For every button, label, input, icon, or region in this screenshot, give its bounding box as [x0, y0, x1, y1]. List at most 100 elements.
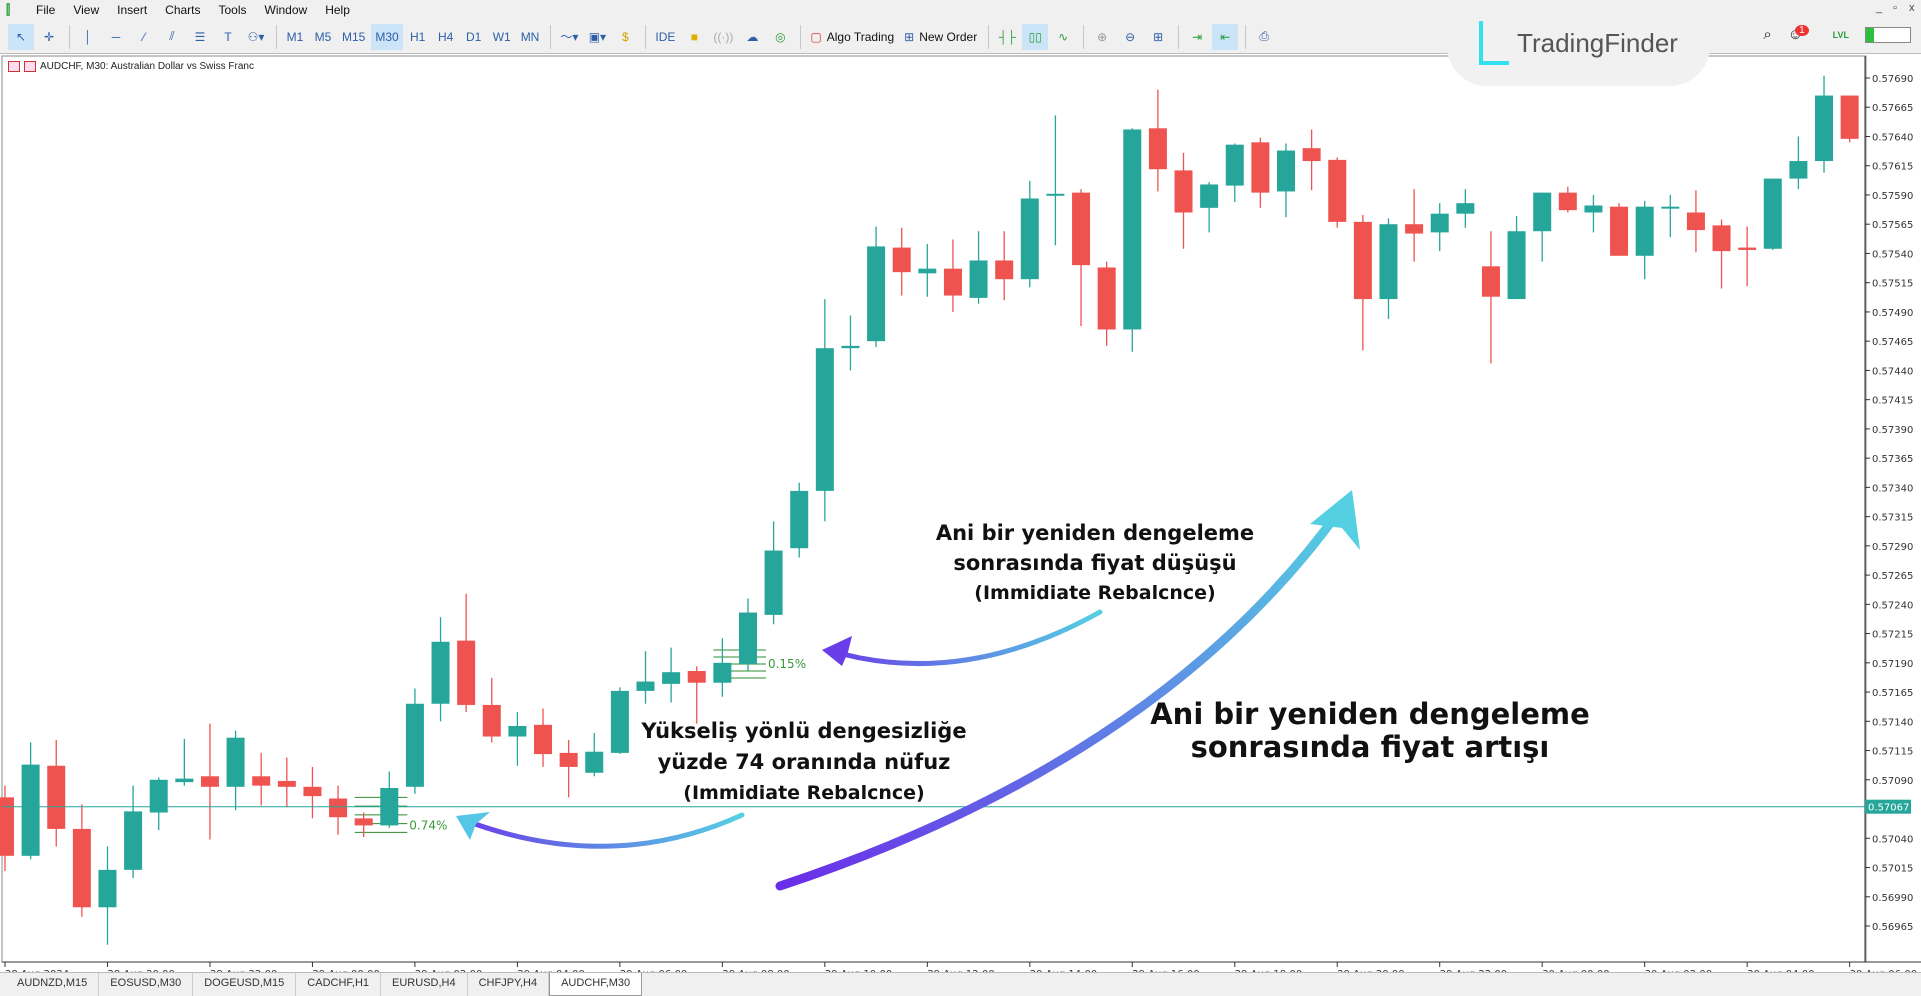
- close-button[interactable]: x: [1909, 2, 1915, 14]
- candle-body: [1456, 203, 1475, 214]
- candle-body: [585, 751, 604, 773]
- notifications-button[interactable]: ☺1: [1788, 25, 1817, 43]
- candle-body: [764, 550, 783, 615]
- templates-icon[interactable]: ▣▾: [584, 24, 610, 50]
- price-tick-label: 0.57415: [1872, 396, 1913, 407]
- fibonacci-icon[interactable]: ☰: [187, 24, 213, 50]
- chart-shift-icon[interactable]: ⇤: [1212, 23, 1239, 50]
- tf-m5[interactable]: M5: [310, 24, 336, 50]
- vertical-line-icon[interactable]: │: [75, 24, 101, 50]
- price-tick-label: 0.57040: [1872, 834, 1913, 845]
- shapes-icon[interactable]: ⚇▾: [243, 24, 269, 50]
- tab-eosusd-m30[interactable]: EOSUSD,M30: [99, 973, 194, 996]
- price-tick-label: 0.57690: [1872, 74, 1913, 85]
- bearish-candle: [1328, 157, 1347, 228]
- menu-charts[interactable]: Charts: [159, 3, 212, 17]
- tile-windows-icon[interactable]: ⊞: [1145, 24, 1171, 50]
- add-account-icon[interactable]: ◎: [767, 24, 793, 50]
- bar-chart-icon[interactable]: ┤├: [994, 24, 1020, 50]
- zoom-out-icon[interactable]: ⊖: [1117, 24, 1143, 50]
- price-tick-label: 0.57215: [1872, 630, 1913, 641]
- tf-d1[interactable]: D1: [461, 24, 487, 50]
- algo-trading-button[interactable]: ▢ Algo Trading: [806, 24, 898, 50]
- price-tick-label: 0.57265: [1872, 571, 1913, 582]
- tf-mn[interactable]: MN: [517, 24, 544, 50]
- tab-audchf-m30[interactable]: AUDCHF,M30: [549, 973, 643, 996]
- candle-body: [1815, 95, 1834, 162]
- autoscroll-icon[interactable]: ⇥: [1184, 24, 1210, 50]
- text-icon[interactable]: T: [215, 24, 241, 50]
- menu-view[interactable]: View: [67, 3, 111, 17]
- candle-body: [815, 348, 834, 491]
- horizontal-line-icon[interactable]: ─: [103, 24, 129, 50]
- tab-dogeusd-m15[interactable]: DOGEUSD,M15: [193, 973, 297, 996]
- candlestick-chart-icon[interactable]: ▯▯: [1022, 23, 1049, 50]
- candle-body: [1072, 192, 1091, 266]
- annotation-penetration: Yükseliş yönlü dengesizliğe yüzde 74 ora…: [641, 716, 966, 809]
- divider: [988, 24, 990, 49]
- signals-icon[interactable]: $: [612, 24, 638, 50]
- bearish-candle: [1610, 203, 1629, 256]
- candle-body: [1097, 267, 1116, 330]
- vps-icon[interactable]: ☁: [739, 24, 765, 50]
- candle-body: [662, 672, 681, 684]
- menu-insert[interactable]: Insert: [111, 3, 159, 17]
- new-order-button[interactable]: ⊞ New Order: [900, 24, 981, 50]
- line-chart-icon[interactable]: ∿: [1050, 24, 1076, 50]
- candle-body: [995, 260, 1014, 280]
- tf-h1[interactable]: H1: [405, 24, 431, 50]
- candle-body: [252, 776, 271, 786]
- crosshair-icon[interactable]: ✛: [36, 24, 62, 50]
- tf-m30[interactable]: M30: [371, 23, 403, 50]
- tab-chfjpy-h4[interactable]: CHFJPY,H4: [468, 973, 550, 996]
- candle-body: [1046, 193, 1065, 196]
- level-indicator[interactable]: LVL: [1833, 30, 1849, 40]
- channel-icon[interactable]: ⫽: [159, 24, 185, 50]
- screenshot-icon[interactable]: ⎙: [1251, 24, 1277, 50]
- chart-window-icon: [8, 61, 20, 72]
- tf-m15[interactable]: M15: [338, 24, 369, 50]
- price-tick-label: 0.56990: [1872, 893, 1913, 904]
- tab-cadchf-h1[interactable]: CADCHF,H1: [296, 973, 382, 996]
- tf-m1[interactable]: M1: [282, 24, 308, 50]
- algo-trading-label: Algo Trading: [826, 29, 895, 44]
- annotation-fall-line3: (Immidiate Rebalcnce): [974, 582, 1216, 604]
- candle-body: [1430, 213, 1449, 233]
- candle-body: [149, 779, 168, 813]
- candle-body: [1353, 221, 1372, 300]
- bullish-candle: [1123, 128, 1142, 352]
- candle-body: [405, 703, 424, 787]
- price-tick-label: 0.57190: [1872, 659, 1913, 670]
- tf-h4[interactable]: H4: [433, 24, 459, 50]
- ide-button[interactable]: IDE: [651, 24, 679, 50]
- annotation-fall-line2: sonrasında fiyat düşüşü: [953, 551, 1237, 575]
- candle-body: [892, 247, 911, 273]
- menu-tools[interactable]: Tools: [213, 3, 259, 17]
- indicators-icon[interactable]: 〜▾: [556, 24, 582, 50]
- tab-eurusd-h4[interactable]: EURUSD,H4: [381, 973, 468, 996]
- menu-help[interactable]: Help: [319, 3, 362, 17]
- price-chart[interactable]: 0.57690 0.57665 0.57640 0.57615 0.57590 0.575…: [0, 0, 1921, 996]
- candle-body: [457, 640, 476, 705]
- candle-body: [1712, 225, 1731, 252]
- candle-body: [124, 811, 143, 870]
- candle-body: [329, 798, 348, 818]
- signal-broadcast-icon[interactable]: ((·)): [709, 24, 737, 50]
- trendline-icon[interactable]: ⁄: [131, 24, 157, 50]
- right-toolbar: ⌕ ☺1 LVL: [1763, 25, 1911, 43]
- menu-window[interactable]: Window: [259, 3, 320, 17]
- minimize-button[interactable]: _: [1876, 2, 1882, 14]
- search-icon[interactable]: ⌕: [1763, 26, 1771, 43]
- restore-button[interactable]: ▫: [1893, 2, 1897, 14]
- market-icon[interactable]: ■: [681, 24, 707, 50]
- level-bar: [1865, 26, 1911, 43]
- candle-body: [1738, 247, 1757, 250]
- imbalance-percent-label: 0.15%: [768, 657, 806, 671]
- imbalance-percent-label: 0.74%: [409, 818, 447, 832]
- menu-file[interactable]: File: [30, 3, 67, 17]
- candle-body: [867, 246, 886, 342]
- cursor-icon[interactable]: ↖: [8, 23, 34, 50]
- tf-w1[interactable]: W1: [489, 24, 515, 50]
- zoom-in-icon[interactable]: ⊕: [1089, 24, 1115, 50]
- tab-audnzd-m15[interactable]: AUDNZD,M15: [6, 973, 100, 996]
